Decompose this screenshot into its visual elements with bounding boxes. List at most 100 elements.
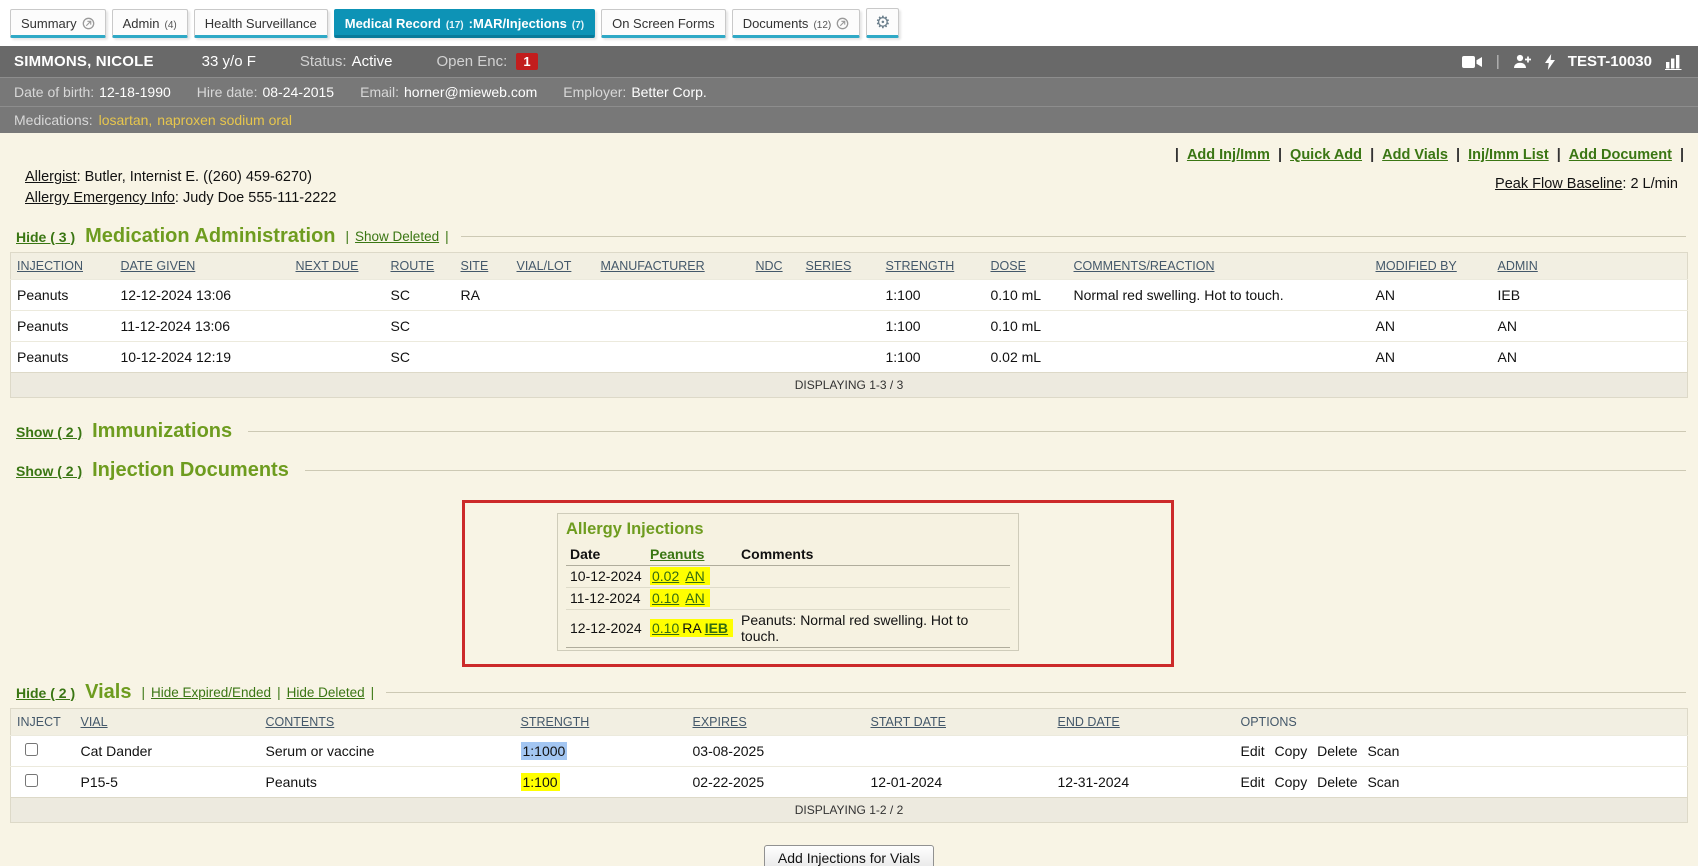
scan-link[interactable]: Scan: [1367, 774, 1399, 790]
show-deleted-link[interactable]: Show Deleted: [355, 229, 439, 244]
column-header-dose[interactable]: DOSE: [991, 259, 1026, 273]
column-header-ndc[interactable]: NDC: [756, 259, 783, 273]
inj-imm-list-link[interactable]: Inj/Imm List: [1468, 147, 1549, 163]
column-header-date-given[interactable]: DATE GIVEN: [121, 259, 196, 273]
tab-on-screen-forms[interactable]: On Screen Forms: [601, 9, 726, 38]
column-header-contents[interactable]: CONTENTS: [266, 715, 335, 729]
initials-link[interactable]: AN: [685, 568, 704, 584]
add-injections-for-vials-button[interactable]: Add Injections for Vials: [764, 845, 934, 866]
hide-expired-ended-link[interactable]: Hide Expired/Ended: [151, 685, 271, 700]
vial-row[interactable]: Cat Dander Serum or vaccine 1:1000 03-08…: [11, 736, 1688, 767]
scan-link[interactable]: Scan: [1367, 743, 1399, 759]
peak-flow-line: Peak Flow Baseline: 2 L/min: [1175, 176, 1678, 192]
tab-label: Health Surveillance: [205, 16, 317, 31]
show-immunizations-link[interactable]: Show ( 2 ): [16, 424, 82, 440]
cell-dose: 0.10 mL: [985, 280, 1068, 311]
medication-link-naproxen[interactable]: naproxen sodium oral: [157, 112, 292, 128]
cell-dose: 0.10RAIEB: [646, 610, 737, 648]
hide-deleted-link[interactable]: Hide Deleted: [287, 685, 365, 700]
dose-link[interactable]: 0.10: [652, 620, 679, 636]
employer-value: Better Corp.: [631, 84, 706, 100]
cell-vial-lot: [511, 280, 595, 311]
column-header-expires[interactable]: EXPIRES: [693, 715, 747, 729]
dob-label: Date of birth:: [14, 84, 94, 100]
dose-link[interactable]: 0.10: [652, 590, 679, 606]
delete-link[interactable]: Delete: [1317, 774, 1357, 790]
column-header-comments-reaction[interactable]: COMMENTS/REACTION: [1074, 259, 1215, 273]
add-user-icon[interactable]: [1513, 54, 1532, 69]
inject-checkbox[interactable]: [25, 774, 38, 787]
cell-admin: AN: [1492, 342, 1688, 373]
column-header-vial-lot[interactable]: VIAL/LOT: [517, 259, 572, 273]
add-inj-imm-link[interactable]: Add Inj/Imm: [1187, 147, 1270, 163]
edit-link[interactable]: Edit: [1241, 774, 1265, 790]
allergy-emergency-link[interactable]: Allergy Emergency Info: [25, 190, 175, 206]
vials-table: INJECT VIAL CONTENTS STRENGTH EXPIRES ST…: [10, 708, 1688, 823]
copy-link[interactable]: Copy: [1275, 743, 1308, 759]
hide-vials-link[interactable]: Hide ( 2 ): [16, 685, 75, 701]
tab-documents[interactable]: Documents (12): [732, 9, 861, 38]
cell-vial-lot: [511, 311, 595, 342]
cell-date: 12-12-2024: [566, 610, 646, 648]
tab-admin[interactable]: Admin (4): [112, 9, 188, 38]
hide-medication-administration-link[interactable]: Hide ( 3 ): [16, 229, 75, 245]
column-header-next-due[interactable]: NEXT DUE: [296, 259, 359, 273]
initials-link[interactable]: IEB: [705, 620, 728, 636]
column-header-strength[interactable]: STRENGTH: [886, 259, 955, 273]
popup-icon[interactable]: [836, 17, 849, 30]
column-header-site[interactable]: SITE: [461, 259, 489, 273]
copy-link[interactable]: Copy: [1275, 774, 1308, 790]
tab-label: On Screen Forms: [612, 16, 715, 31]
allergy-injection-row: 11-12-2024 0.10AN: [566, 588, 1010, 610]
video-camera-icon[interactable]: [1462, 55, 1483, 69]
lightning-icon[interactable]: [1545, 54, 1555, 70]
delete-link[interactable]: Delete: [1317, 743, 1357, 759]
column-header-vial[interactable]: VIAL: [81, 715, 108, 729]
medication-row[interactable]: Peanuts 12-12-2024 13:06 SC RA 1:100 0.1…: [11, 280, 1688, 311]
column-header-strength[interactable]: STRENGTH: [521, 715, 590, 729]
settings-tab[interactable]: ⚙: [866, 8, 899, 38]
peak-flow-value: : 2 L/min: [1622, 176, 1678, 192]
popup-icon[interactable]: [82, 17, 95, 30]
column-header-route[interactable]: ROUTE: [391, 259, 435, 273]
allergy-header-row: Date Peanuts Comments: [566, 544, 1010, 566]
add-document-link[interactable]: Add Document: [1569, 147, 1672, 163]
separator: |: [1370, 147, 1374, 163]
cell-next-due: [290, 342, 385, 373]
quick-add-link[interactable]: Quick Add: [1290, 147, 1362, 163]
vial-row[interactable]: P15-5 Peanuts 1:100 02-22-2025 12-01-202…: [11, 767, 1688, 798]
patient-name: SIMMONS, NICOLE: [14, 53, 154, 70]
dose-link[interactable]: 0.02: [652, 568, 679, 584]
column-header-injection[interactable]: INJECTION: [17, 259, 83, 273]
medication-row[interactable]: Peanuts 11-12-2024 13:06 SC 1:100 0.10 m…: [11, 311, 1688, 342]
add-vials-link[interactable]: Add Vials: [1382, 147, 1448, 163]
column-header-admin[interactable]: ADMIN: [1498, 259, 1538, 273]
chart-icon[interactable]: [1665, 54, 1684, 70]
column-header-manufacturer[interactable]: MANUFACTURER: [601, 259, 705, 273]
column-header-peanuts[interactable]: Peanuts: [650, 546, 704, 562]
tab-health-surveillance[interactable]: Health Surveillance: [194, 9, 328, 38]
cell-manufacturer: [595, 280, 750, 311]
peak-flow-link[interactable]: Peak Flow Baseline: [1495, 176, 1622, 192]
column-header-start-date[interactable]: START DATE: [871, 715, 946, 729]
cell-series: [800, 311, 880, 342]
tab-summary[interactable]: Summary: [10, 9, 106, 38]
status-value: Active: [352, 53, 393, 70]
column-header-end-date[interactable]: END DATE: [1058, 715, 1120, 729]
column-header-series[interactable]: SERIES: [806, 259, 852, 273]
medication-row[interactable]: Peanuts 10-12-2024 12:19 SC 1:100 0.02 m…: [11, 342, 1688, 373]
cell-injection: Peanuts: [11, 311, 115, 342]
separator: |: [346, 229, 350, 244]
inject-checkbox[interactable]: [25, 743, 38, 756]
allergist-link[interactable]: Allergist: [25, 169, 77, 185]
cell-end-date: 12-31-2024: [1052, 767, 1235, 798]
open-encounter-badge[interactable]: 1: [516, 53, 537, 70]
medication-link-losartan[interactable]: losartan: [99, 112, 149, 128]
tab-medical-record[interactable]: Medical Record (17) :MAR/Injections (7): [334, 9, 595, 38]
edit-link[interactable]: Edit: [1241, 743, 1265, 759]
initials-link[interactable]: AN: [685, 590, 704, 606]
column-header-modified-by[interactable]: MODIFIED BY: [1376, 259, 1457, 273]
show-injection-documents-link[interactable]: Show ( 2 ): [16, 463, 82, 479]
cell-strength: 1:100: [880, 280, 985, 311]
dob-value: 12-18-1990: [99, 84, 171, 100]
